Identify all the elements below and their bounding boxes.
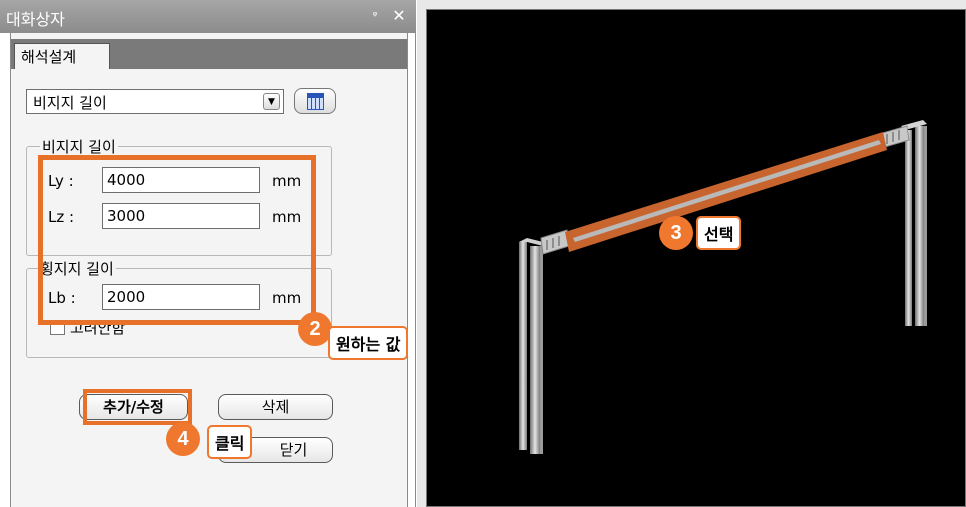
input-values-highlight xyxy=(38,155,316,325)
length-type-select[interactable]: 비지지 길이 ▼ xyxy=(26,89,284,114)
dialog-title: 대화상자 xyxy=(6,10,65,29)
calculator-icon xyxy=(307,93,324,110)
left-connection xyxy=(540,229,570,255)
left-column[interactable] xyxy=(519,238,543,454)
step-4-callout: 클릭 xyxy=(207,425,253,459)
step-2-badge: 2 xyxy=(298,312,332,346)
step-3-badge: 3 xyxy=(659,216,693,250)
frame-model xyxy=(519,120,927,454)
close-icon[interactable]: ✕ xyxy=(390,7,408,25)
step-3-callout: 선택 xyxy=(696,216,742,250)
step-4-badge: 4 xyxy=(166,422,200,456)
tab-strip: 해석설계 xyxy=(11,39,407,69)
calculator-button[interactable] xyxy=(294,88,336,114)
dialog-titlebar: 대화상자 ᵠ ✕ xyxy=(0,0,416,33)
tab-analysis-design[interactable]: 해석설계 xyxy=(14,43,110,69)
add-modify-highlight xyxy=(83,389,192,425)
model-canvas[interactable] xyxy=(426,9,966,507)
unbraced-length-label: 비지지 길이 xyxy=(40,136,118,157)
model-viewport[interactable] xyxy=(417,0,966,507)
length-type-value: 비지지 길이 xyxy=(33,94,107,112)
chevron-down-icon[interactable]: ▼ xyxy=(263,93,280,110)
step-2-callout: 원하는 값 xyxy=(328,326,409,360)
right-column[interactable] xyxy=(901,120,927,326)
delete-button[interactable]: 삭제 xyxy=(218,394,333,420)
pin-icon[interactable]: ᵠ xyxy=(368,9,382,23)
